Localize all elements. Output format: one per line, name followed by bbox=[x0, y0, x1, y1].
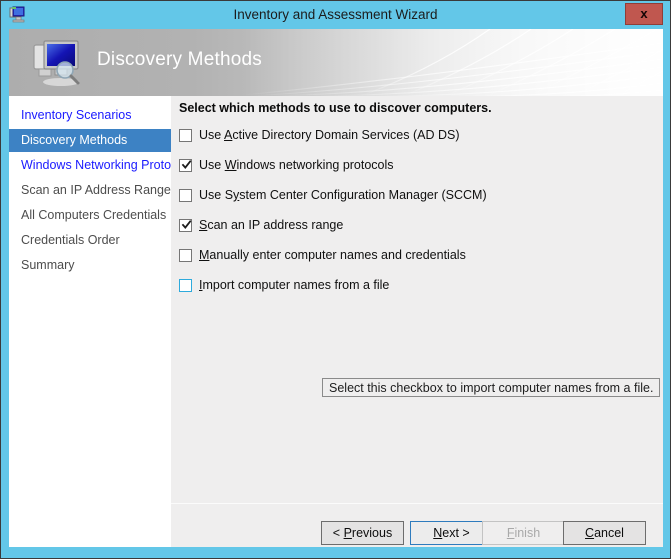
checkbox-active-directory[interactable] bbox=[179, 128, 192, 142]
checkbox-row-sccm[interactable]: Use System Center Configuration Manager … bbox=[179, 185, 487, 205]
checkbox-row-import-from-file[interactable]: Import computer names from a file bbox=[179, 275, 389, 295]
checkbox-label-active-directory: Use Active Directory Domain Services (AD… bbox=[199, 128, 460, 142]
page-title: Discovery Methods bbox=[97, 49, 262, 70]
next-button[interactable]: Next > bbox=[410, 521, 493, 545]
checkbox-label-windows-networking: Use Windows networking protocols bbox=[199, 158, 394, 172]
checkbox-label-scan-ip-range: Scan an IP address range bbox=[199, 218, 344, 232]
sidebar-item-summary[interactable]: Summary bbox=[9, 254, 171, 277]
checkbox-import-from-file[interactable] bbox=[179, 278, 192, 292]
checkbox-label-import-from-file: Import computer names from a file bbox=[199, 278, 390, 292]
banner: Discovery Methods bbox=[9, 29, 663, 96]
sidebar-item-scan-an-ip-address-range[interactable]: Scan an IP Address Range bbox=[9, 179, 171, 202]
sidebar-item-credentials-order[interactable]: Credentials Order bbox=[9, 229, 171, 252]
content-panel: Select which methods to use to discover … bbox=[171, 96, 663, 547]
window-title: Inventory and Assessment Wizard bbox=[233, 7, 438, 22]
tooltip: Select this checkbox to import computer … bbox=[322, 378, 661, 397]
checkbox-windows-networking[interactable] bbox=[179, 158, 192, 172]
checkbox-sccm[interactable] bbox=[179, 188, 192, 202]
close-button[interactable]: x bbox=[625, 3, 663, 25]
sidebar-item-windows-networking-protocols[interactable]: Windows Networking Protocols bbox=[9, 154, 171, 177]
checkbox-row-windows-networking[interactable]: Use Windows networking protocols bbox=[179, 155, 394, 175]
sidebar-item-all-computers-credentials[interactable]: All Computers Credentials bbox=[9, 204, 171, 227]
computer-search-icon bbox=[33, 40, 80, 86]
checkbox-label-sccm: Use System Center Configuration Manager … bbox=[199, 188, 487, 202]
finish-button: Finish bbox=[482, 521, 565, 545]
cancel-button[interactable]: Cancel bbox=[563, 521, 646, 545]
footer-divider bbox=[171, 503, 663, 504]
checkmark-icon bbox=[181, 219, 192, 229]
wizard-window: Inventory and Assessment Wizard x Discov… bbox=[0, 0, 671, 559]
content-heading: Select which methods to use to discover … bbox=[179, 101, 492, 115]
sidebar-item-discovery-methods[interactable]: Discovery Methods bbox=[9, 129, 171, 152]
checkbox-row-manual-entry[interactable]: Manually enter computer names and creden… bbox=[179, 245, 466, 265]
checkmark-icon bbox=[181, 159, 192, 169]
checkbox-row-active-directory[interactable]: Use Active Directory Domain Services (AD… bbox=[179, 125, 460, 145]
wizard-steps-sidebar: Inventory Scenarios Discovery Methods Wi… bbox=[9, 96, 171, 547]
title-bar: Inventory and Assessment Wizard x bbox=[1, 1, 670, 28]
sidebar-item-inventory-scenarios[interactable]: Inventory Scenarios bbox=[9, 104, 171, 127]
checkbox-row-scan-ip-range[interactable]: Scan an IP address range bbox=[179, 215, 343, 235]
checkbox-label-manual-entry: Manually enter computer names and creden… bbox=[199, 248, 466, 262]
previous-button[interactable]: < Previous bbox=[321, 521, 404, 545]
checkbox-scan-ip-range[interactable] bbox=[179, 218, 192, 232]
mesh-pattern-decoration bbox=[243, 29, 663, 96]
checkbox-manual-entry[interactable] bbox=[179, 248, 192, 262]
